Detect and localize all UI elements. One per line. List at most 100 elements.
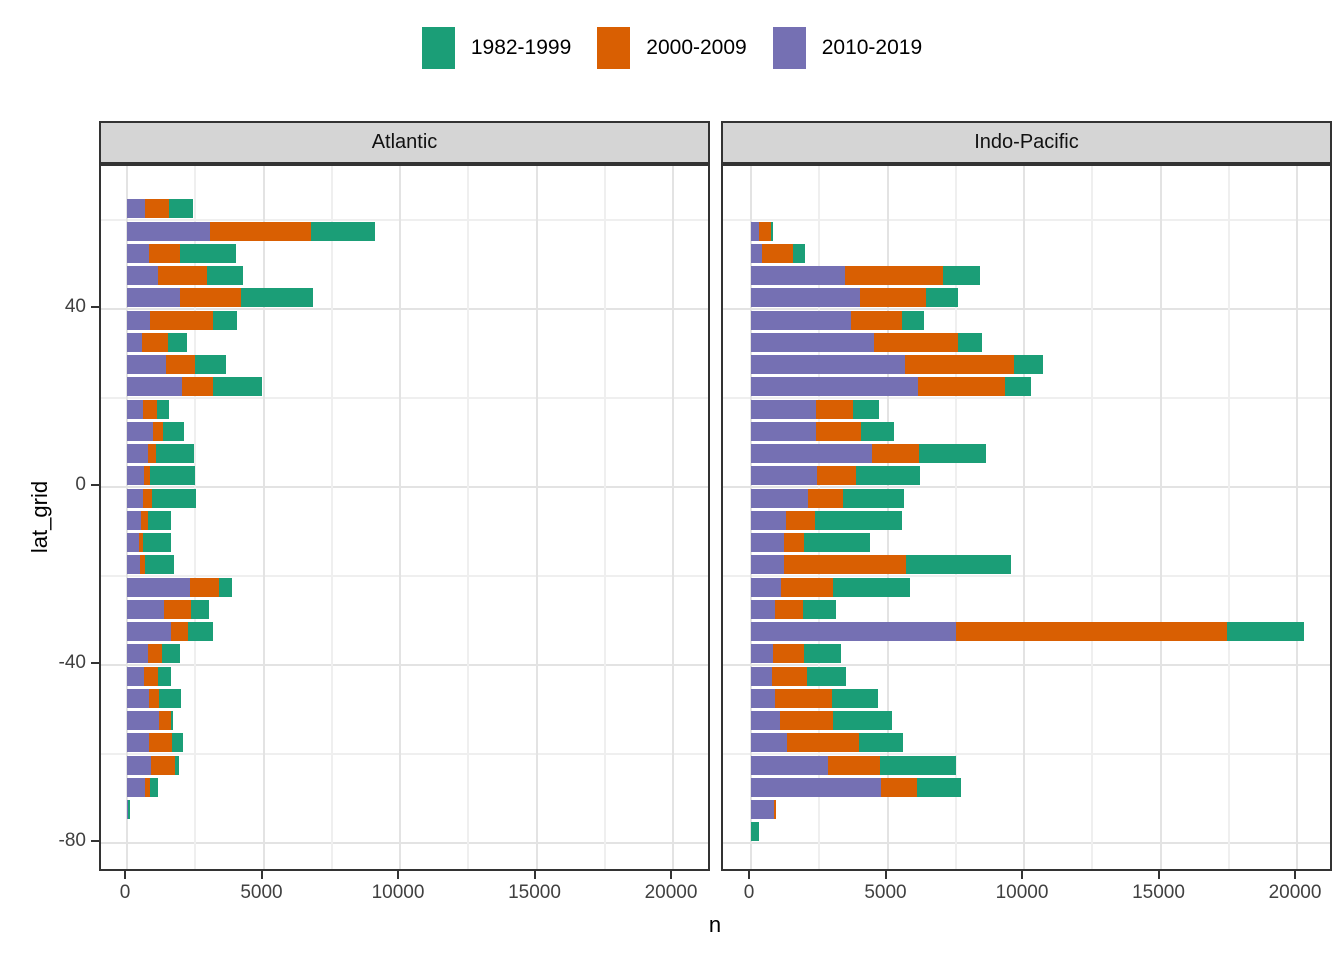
bar-segment-2000-2009 <box>786 511 815 530</box>
bar-segment-2010-2019 <box>127 733 149 752</box>
bar-segment-2010-2019 <box>751 555 784 574</box>
x-tick-label: 15000 <box>508 882 561 904</box>
bar-row-lat-2.5 <box>751 466 920 485</box>
bar-segment-2000-2009 <box>190 578 219 597</box>
bar-row-lat-57.5 <box>751 222 773 241</box>
bar-segment-2010-2019 <box>127 711 159 730</box>
bar-segment-2000-2009 <box>141 511 149 530</box>
bar-segment-1982-1999 <box>163 422 184 441</box>
bar-segment-1982-1999 <box>180 244 237 263</box>
bar-row-lat-12.5 <box>751 422 894 441</box>
bar-segment-2000-2009 <box>956 622 1227 641</box>
bar-row-lat--32.5 <box>127 622 213 641</box>
gridline-y-minor <box>101 397 708 399</box>
x-tick-label: 20000 <box>1269 882 1322 904</box>
bar-row-lat--17.5 <box>751 555 1011 574</box>
bar-row-lat--7.5 <box>751 511 902 530</box>
bar-segment-1982-1999 <box>880 756 956 775</box>
bar-segment-2000-2009 <box>143 489 152 508</box>
bar-segment-2000-2009 <box>918 377 1005 396</box>
gridline-x-major <box>536 166 538 869</box>
bar-segment-1982-1999 <box>1014 355 1043 374</box>
bar-row-lat--77.5 <box>751 822 759 841</box>
bar-row-lat--67.5 <box>127 778 158 797</box>
bar-row-lat-27.5 <box>127 355 226 374</box>
bar-segment-2010-2019 <box>751 222 759 241</box>
bar-segment-1982-1999 <box>150 466 195 485</box>
bar-row-lat--12.5 <box>751 533 870 552</box>
bar-segment-2000-2009 <box>762 244 793 263</box>
bar-segment-2010-2019 <box>127 466 144 485</box>
x-tick-mark <box>748 871 750 879</box>
bar-segment-2010-2019 <box>127 622 171 641</box>
bar-segment-2010-2019 <box>751 466 817 485</box>
legend-item: 1982-1999 <box>422 27 571 69</box>
bar-segment-2010-2019 <box>127 444 148 463</box>
bar-row-lat-52.5 <box>751 244 805 263</box>
legend: 1982-19992000-20092010-2019 <box>0 24 1344 72</box>
bar-segment-2010-2019 <box>751 355 905 374</box>
bar-row-lat-17.5 <box>127 400 169 419</box>
x-tick-mark <box>1021 871 1023 879</box>
gridline-x-major <box>1296 166 1298 869</box>
bar-segment-1982-1999 <box>169 199 193 218</box>
bar-segment-2000-2009 <box>784 555 907 574</box>
bar-segment-2000-2009 <box>816 400 852 419</box>
bar-segment-1982-1999 <box>171 711 173 730</box>
bar-segment-1982-1999 <box>856 466 920 485</box>
bar-segment-2000-2009 <box>144 667 157 686</box>
gridline-x-minor <box>1091 166 1093 869</box>
bar-segment-1982-1999 <box>152 489 196 508</box>
bar-segment-2000-2009 <box>171 622 189 641</box>
bar-segment-2000-2009 <box>860 288 926 307</box>
bar-segment-2000-2009 <box>775 689 832 708</box>
x-tick-label: 10000 <box>372 882 425 904</box>
gridline-x-major <box>672 166 674 869</box>
gridline-y-major <box>101 842 708 844</box>
bar-segment-1982-1999 <box>168 333 187 352</box>
bar-row-lat-42.5 <box>127 288 313 307</box>
chart-canvas: 1982-19992000-20092010-2019 Atlantic Ind… <box>0 0 1344 960</box>
bar-row-lat-42.5 <box>751 288 958 307</box>
bar-row-lat--47.5 <box>751 689 878 708</box>
bar-segment-2000-2009 <box>905 355 1013 374</box>
bar-row-lat--52.5 <box>751 711 892 730</box>
bar-segment-2000-2009 <box>828 756 881 775</box>
bar-segment-2000-2009 <box>182 377 213 396</box>
x-tick-label: 0 <box>744 882 755 904</box>
legend-label: 2010-2019 <box>822 36 922 60</box>
gridline-x-minor <box>467 166 469 869</box>
bar-segment-2010-2019 <box>751 756 828 775</box>
bar-segment-2000-2009 <box>817 466 856 485</box>
y-tick-mark <box>91 840 99 842</box>
bar-segment-2000-2009 <box>150 311 213 330</box>
bar-row-lat--22.5 <box>127 578 232 597</box>
bar-row-lat-37.5 <box>127 311 237 330</box>
bar-segment-2010-2019 <box>751 377 918 396</box>
bar-segment-1982-1999 <box>158 667 171 686</box>
gridline-y-major <box>723 842 1330 844</box>
bar-segment-2000-2009 <box>816 422 860 441</box>
bar-segment-2010-2019 <box>751 533 784 552</box>
bar-segment-1982-1999 <box>804 533 870 552</box>
bar-segment-1982-1999 <box>157 400 169 419</box>
gridline-x-minor <box>331 166 333 869</box>
legend-key-swatch <box>597 27 630 69</box>
bar-segment-2000-2009 <box>759 222 771 241</box>
bar-segment-2010-2019 <box>127 266 158 285</box>
bar-row-lat--2.5 <box>751 489 904 508</box>
facet-strip-label: Atlantic <box>372 131 438 154</box>
bar-segment-2010-2019 <box>751 622 956 641</box>
bar-segment-2010-2019 <box>751 778 881 797</box>
bar-segment-1982-1999 <box>145 555 174 574</box>
bar-segment-1982-1999 <box>241 288 313 307</box>
bar-row-lat-17.5 <box>751 400 879 419</box>
bar-row-lat-22.5 <box>127 377 262 396</box>
bar-segment-1982-1999 <box>926 288 958 307</box>
bar-segment-2010-2019 <box>751 266 845 285</box>
bar-segment-2000-2009 <box>808 489 843 508</box>
bar-row-lat--12.5 <box>127 533 171 552</box>
x-tick-label: 10000 <box>996 882 1049 904</box>
bar-segment-2010-2019 <box>127 578 190 597</box>
bar-segment-1982-1999 <box>162 644 180 663</box>
